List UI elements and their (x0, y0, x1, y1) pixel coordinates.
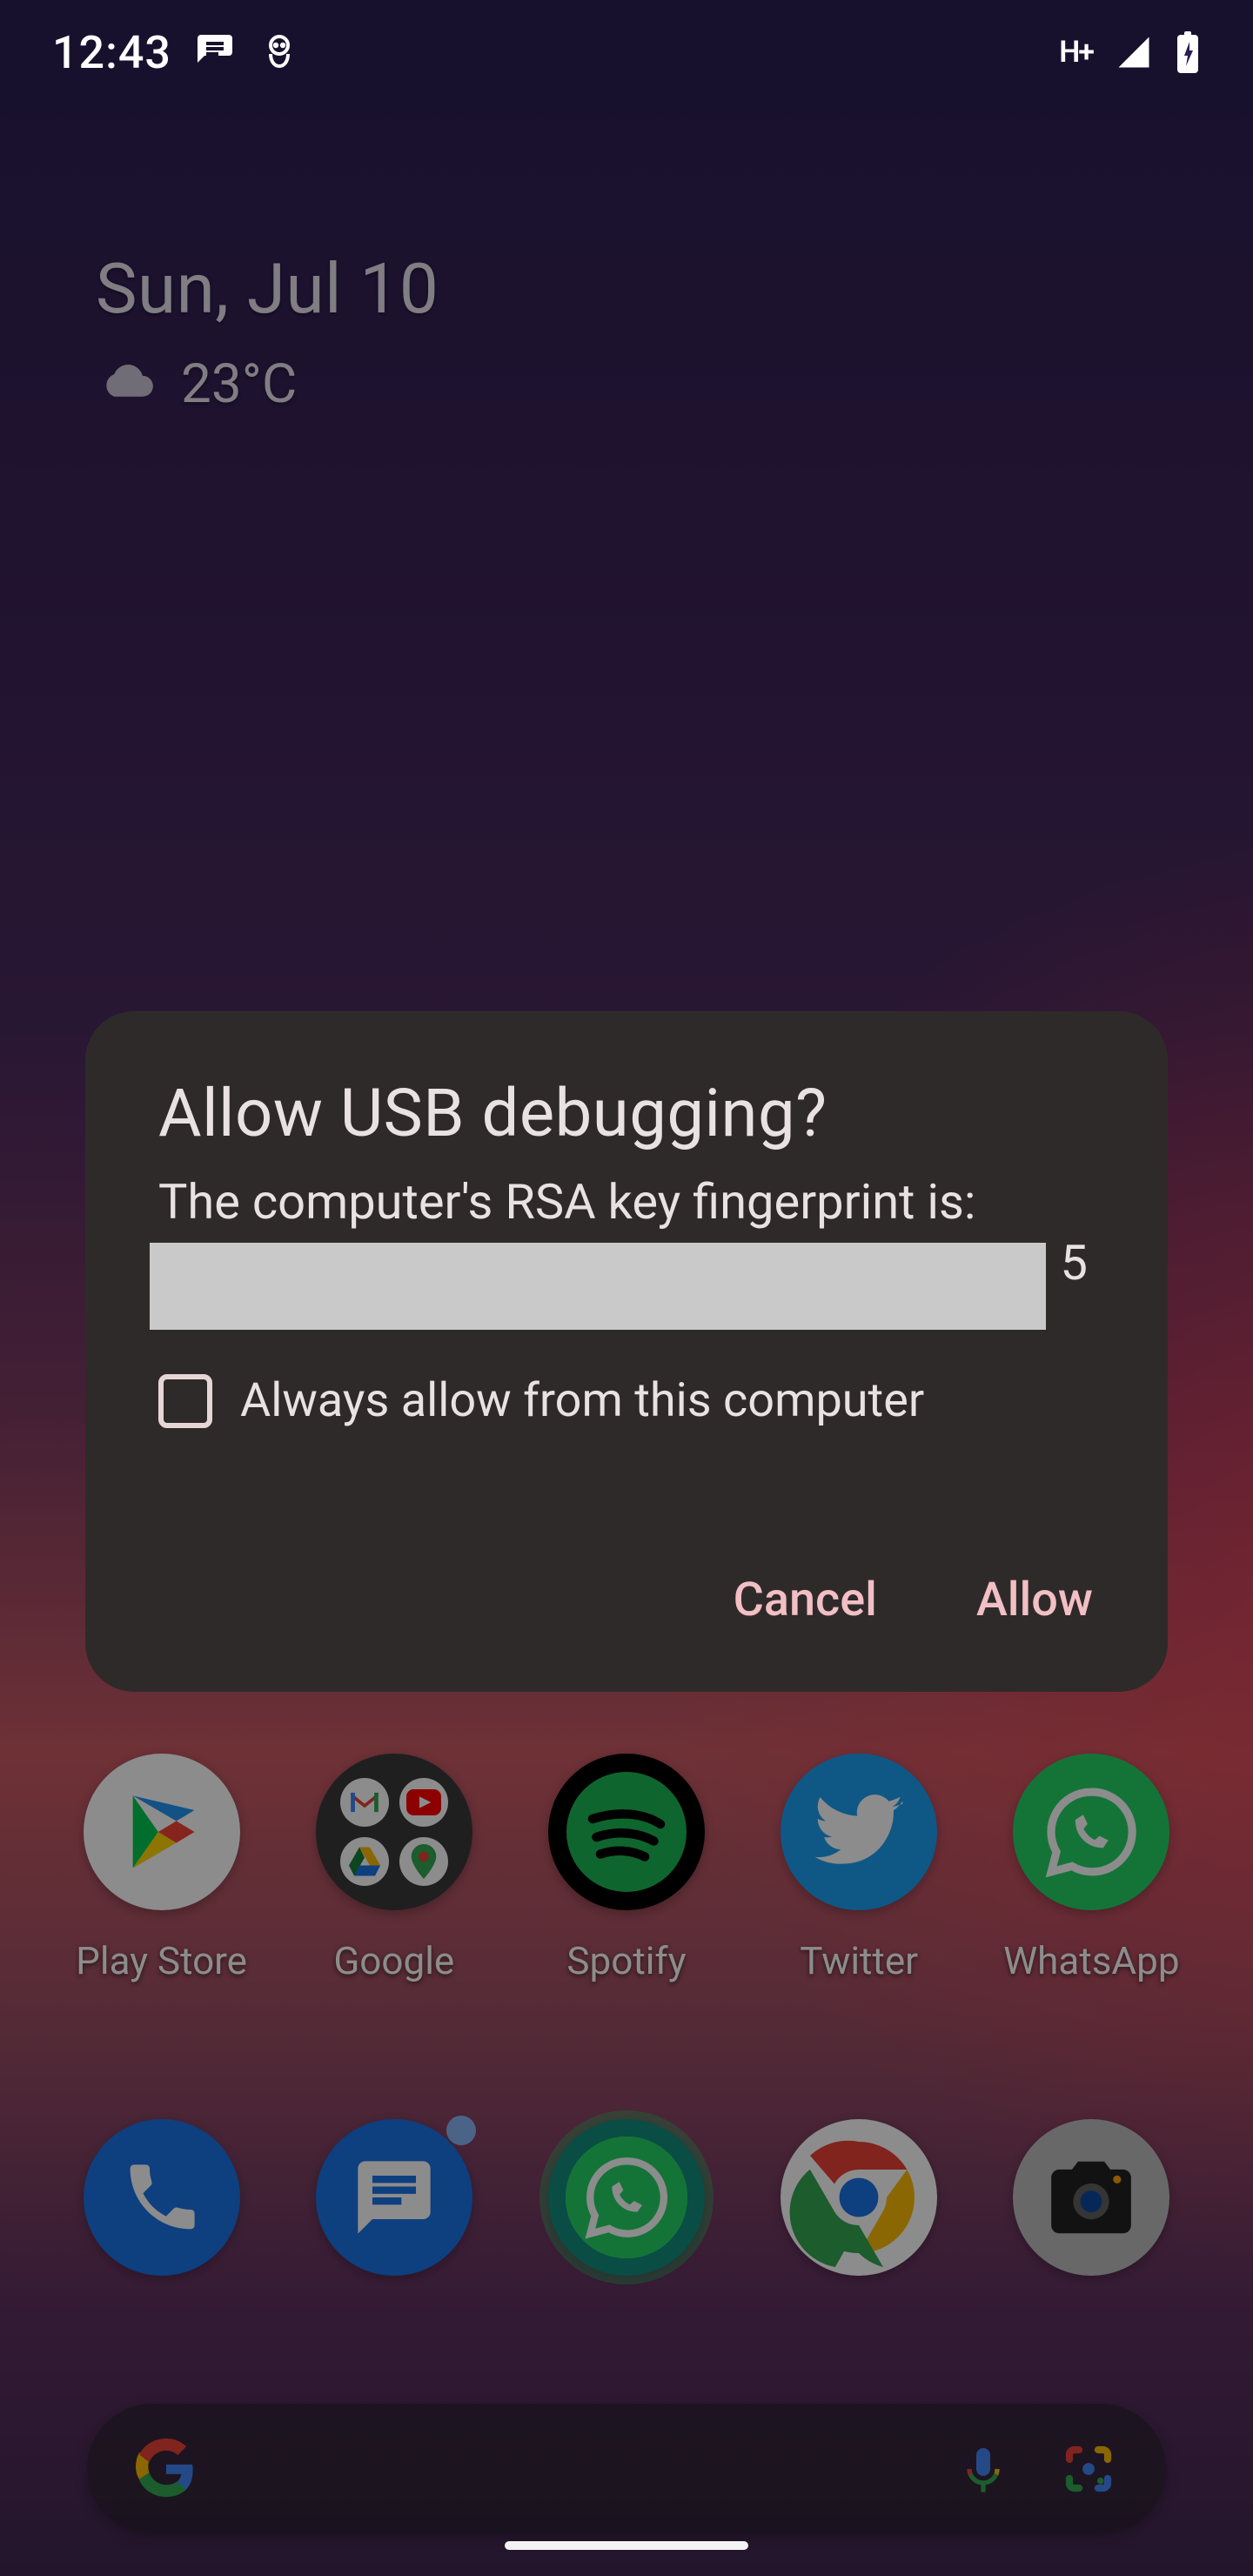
signal-icon (1116, 34, 1152, 70)
message-notification-icon (194, 31, 236, 73)
gesture-nav-bar[interactable] (505, 2541, 748, 2550)
status-bar: 12:43 H+ (0, 0, 1253, 104)
always-allow-checkbox[interactable] (158, 1374, 212, 1428)
debug-notification-icon (258, 31, 300, 73)
fingerprint-visible-tail: 5 (1061, 1234, 1088, 1291)
dialog-button-row: Cancel Allow (158, 1559, 1103, 1641)
always-allow-row[interactable]: Always allow from this computer (158, 1373, 1095, 1428)
fingerprint-row: 5 (158, 1239, 1095, 1333)
always-allow-label: Always allow from this computer (240, 1373, 924, 1428)
usb-debugging-dialog: Allow USB debugging? The computer's RSA … (85, 1011, 1168, 1692)
network-type-label: H+ (1059, 35, 1093, 70)
dialog-subtitle: The computer's RSA key fingerprint is: (158, 1171, 1095, 1232)
dialog-title: Allow USB debugging? (158, 1074, 1095, 1152)
home-screen: 12:43 H+ Sun, Jul 10 23°C (0, 0, 1253, 2576)
battery-charging-icon (1175, 31, 1201, 73)
cancel-button[interactable]: Cancel (723, 1559, 888, 1641)
fingerprint-redacted-block (150, 1243, 1046, 1330)
status-time: 12:43 (52, 26, 171, 79)
allow-button[interactable]: Allow (966, 1559, 1103, 1641)
